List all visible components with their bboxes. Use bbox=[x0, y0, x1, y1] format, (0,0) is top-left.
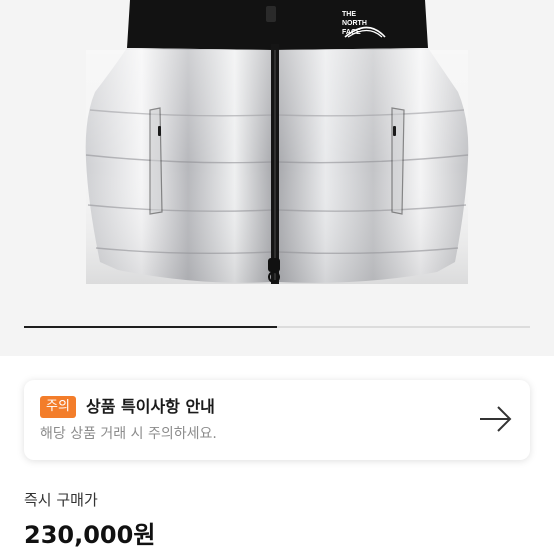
vest-illustration: THE NORTH FACE bbox=[85, 0, 469, 284]
product-notice-card[interactable]: 주의 상품 특이사항 안내 해당 상품 거래 시 주의하세요. bbox=[24, 380, 530, 460]
notice-title: 상품 특이사항 안내 bbox=[86, 397, 215, 416]
instant-buy-label: 즉시 구매가 bbox=[24, 491, 98, 509]
product-image[interactable]: THE NORTH FACE bbox=[0, 0, 554, 356]
carousel-active-segment bbox=[24, 326, 277, 328]
logo-text-2: NORTH bbox=[342, 20, 367, 27]
arrow-right-icon[interactable] bbox=[478, 404, 512, 434]
logo-text-3: FACE bbox=[342, 29, 361, 36]
caution-badge: 주의 bbox=[40, 396, 76, 418]
price-value: 230,000원 bbox=[24, 521, 156, 549]
carousel-indicator bbox=[24, 326, 530, 328]
notice-description: 해당 상품 거래 시 주의하세요. bbox=[40, 426, 217, 442]
logo-text-1: THE bbox=[342, 11, 356, 18]
